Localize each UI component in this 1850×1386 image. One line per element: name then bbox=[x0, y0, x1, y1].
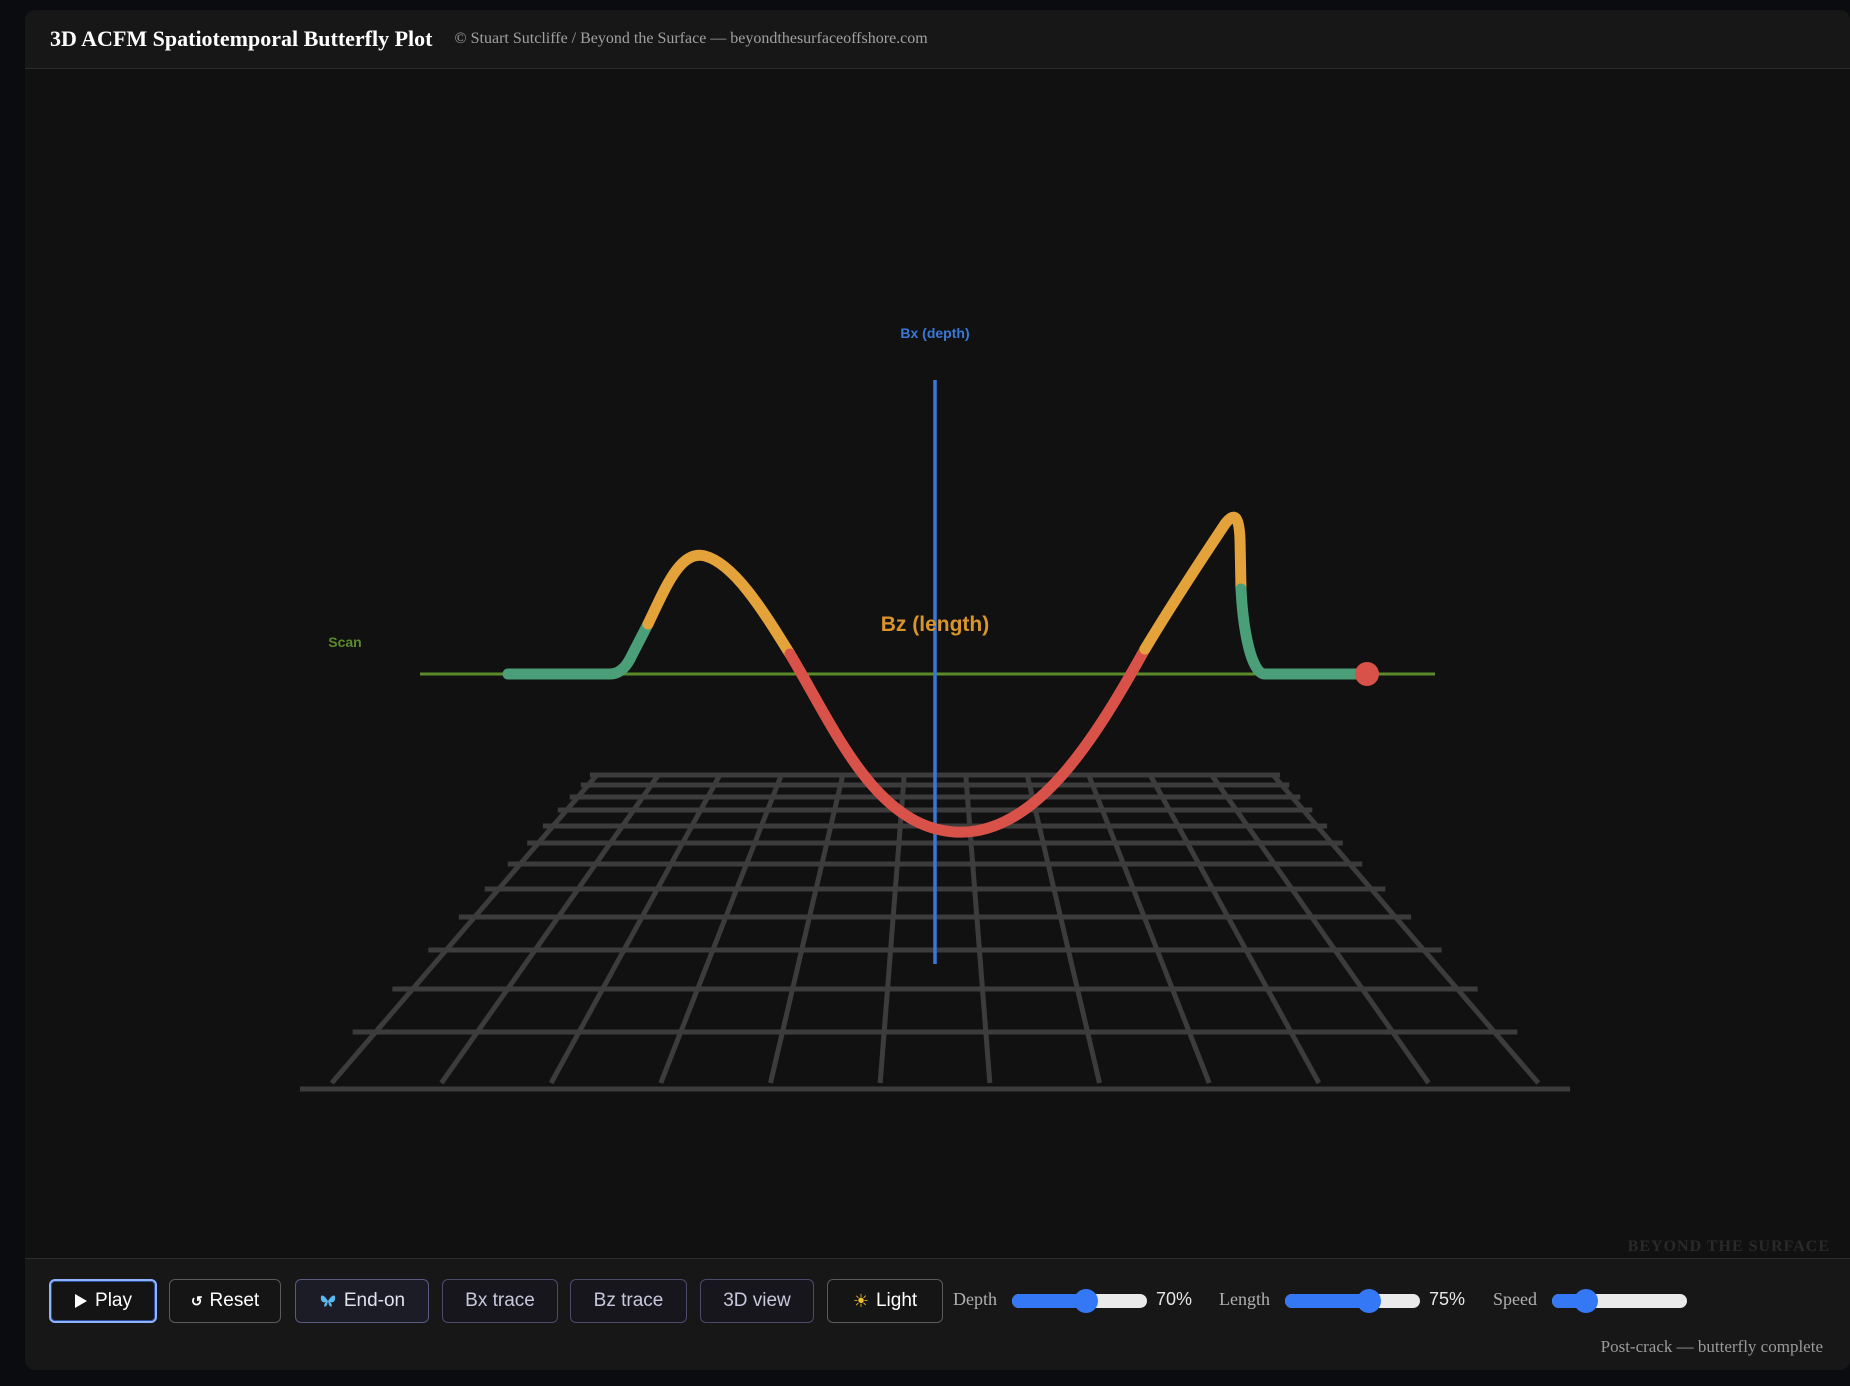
bx-axis-label: Bx (depth) bbox=[900, 325, 969, 341]
length-slider-label: Length bbox=[1219, 1289, 1270, 1309]
grid-line-vertical bbox=[768, 774, 846, 1084]
play-label: Play bbox=[95, 1290, 132, 1311]
speed-slider-label: Speed bbox=[1493, 1289, 1537, 1309]
play-button[interactable]: Play bbox=[49, 1279, 157, 1323]
status-text: Post-crack — butterfly complete bbox=[1600, 1337, 1823, 1356]
watermark: BEYOND THE SURFACE bbox=[1628, 1238, 1830, 1255]
bz-trace-label: Bz trace bbox=[593, 1290, 664, 1311]
play-icon bbox=[75, 1294, 88, 1308]
grid-line-vertical bbox=[1024, 774, 1102, 1084]
grid-line-vertical bbox=[658, 774, 784, 1084]
speed-slider-thumb[interactable] bbox=[1573, 1289, 1598, 1313]
sun-icon: ☀ bbox=[852, 1290, 869, 1311]
reset-label: Reset bbox=[209, 1290, 260, 1311]
header-bar: 3D ACFM Spatiotemporal Butterfly Plot © … bbox=[25, 10, 1850, 69]
scan-position-marker bbox=[1355, 662, 1379, 686]
trace-segment-left-peak bbox=[642, 549, 796, 660]
depth-value: 70% bbox=[1156, 1289, 1193, 1309]
light-theme-button[interactable]: ☀ Light bbox=[827, 1279, 943, 1323]
depth-slider[interactable] bbox=[1012, 1289, 1147, 1313]
length-slider-thumb[interactable] bbox=[1356, 1289, 1381, 1313]
grid-line-vertical bbox=[963, 774, 993, 1084]
butterfly-icon bbox=[320, 1295, 336, 1307]
depth-slider-thumb[interactable] bbox=[1074, 1289, 1099, 1313]
3d-view-label: 3D view bbox=[723, 1290, 791, 1311]
grid-line-vertical bbox=[548, 773, 723, 1085]
end-on-view-button[interactable]: End-on bbox=[295, 1279, 429, 1323]
bx-trace-label: Bx trace bbox=[465, 1290, 535, 1311]
grid-line-vertical bbox=[877, 774, 907, 1084]
trace-segment-right-peak bbox=[1139, 511, 1247, 655]
credit-text: © Stuart Sutcliffe / Beyond the Surface … bbox=[454, 30, 928, 47]
3d-view-button[interactable]: 3D view bbox=[700, 1279, 814, 1323]
length-value: 75% bbox=[1429, 1289, 1466, 1309]
scan-axis-label: Scan bbox=[328, 634, 361, 650]
depth-slider-label: Depth bbox=[953, 1289, 997, 1309]
grid-line-vertical bbox=[439, 773, 661, 1085]
trace-segment-flat-left bbox=[502, 618, 654, 680]
plot-canvas[interactable]: Bx (depth) Bz (length) Scan BEYOND THE S… bbox=[25, 69, 1850, 1268]
length-slider[interactable] bbox=[1285, 1289, 1420, 1313]
grid-line-vertical bbox=[1086, 774, 1212, 1084]
trace-segment-flat-right bbox=[1235, 583, 1371, 680]
reset-icon: ↺ bbox=[190, 1292, 203, 1309]
grid-line-vertical bbox=[1147, 773, 1322, 1085]
grid-line-vertical bbox=[329, 773, 599, 1085]
app-window: 3D ACFM Spatiotemporal Butterfly Plot © … bbox=[25, 10, 1850, 1370]
reset-button[interactable]: ↺ Reset bbox=[169, 1279, 281, 1323]
grid-line-vertical bbox=[1209, 773, 1431, 1085]
bx-trace-button[interactable]: Bx trace bbox=[442, 1279, 558, 1323]
control-toolbar: Play ↺ Reset End-on Bx trace Bz trace 3D… bbox=[25, 1258, 1850, 1370]
grid-line-vertical bbox=[1271, 773, 1541, 1085]
page-title: 3D ACFM Spatiotemporal Butterfly Plot bbox=[50, 26, 433, 51]
end-on-label: End-on bbox=[343, 1290, 406, 1311]
bz-trace-button[interactable]: Bz trace bbox=[570, 1279, 687, 1323]
speed-slider[interactable] bbox=[1552, 1289, 1687, 1313]
bz-axis-label: Bz (length) bbox=[881, 613, 989, 636]
light-label: Light bbox=[875, 1290, 918, 1311]
